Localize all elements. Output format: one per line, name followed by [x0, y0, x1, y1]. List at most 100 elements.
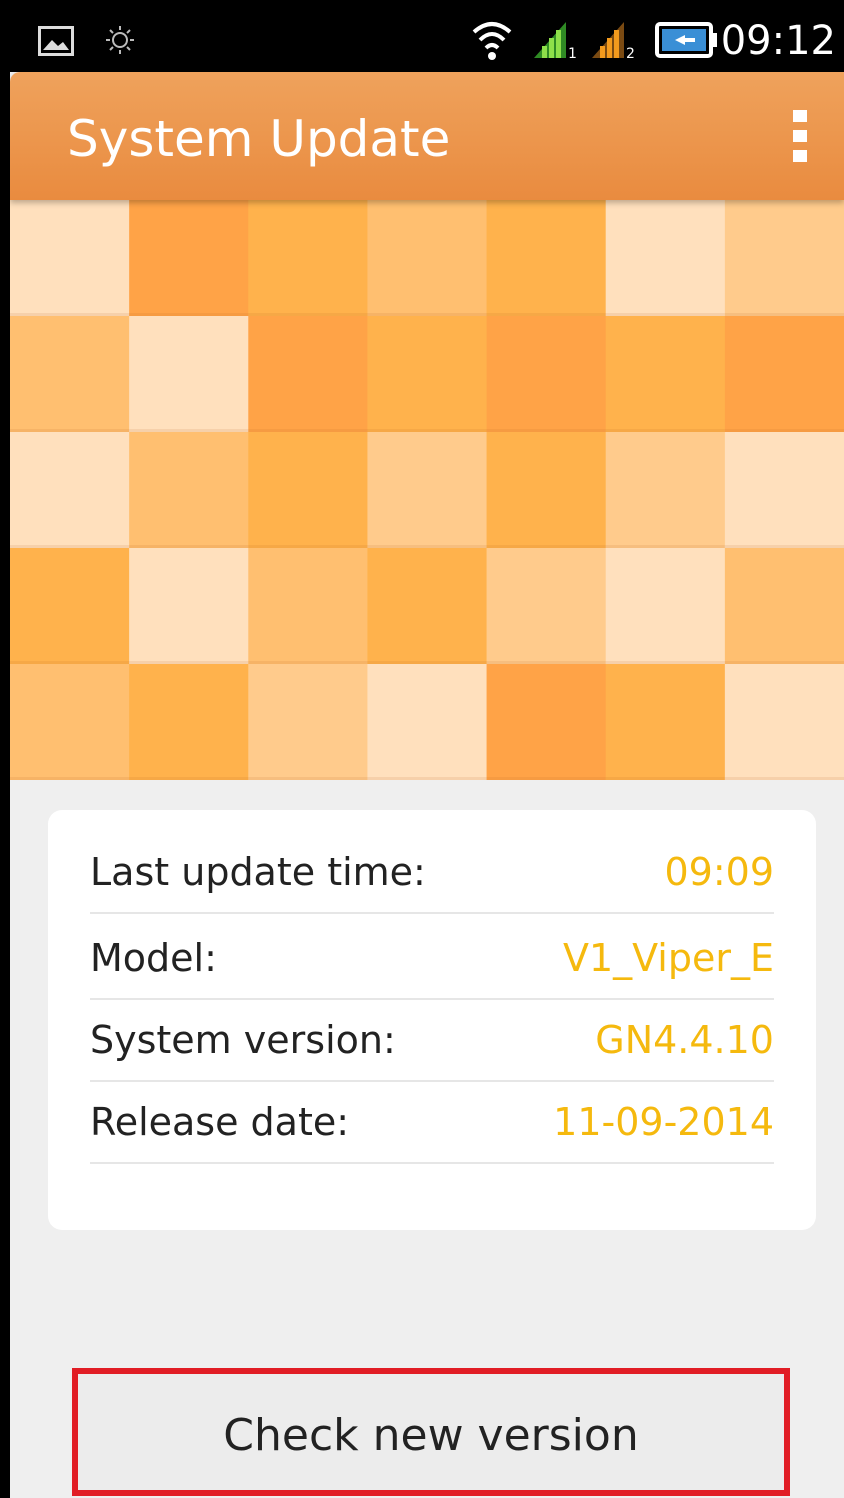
info-row-model: Model: V1_Viper_E: [90, 914, 774, 1000]
banner-tile-shadow: [605, 429, 725, 432]
banner-tile: [248, 200, 368, 317]
banner-tile-shadow: [605, 313, 725, 316]
banner-tile-shadow: [724, 777, 844, 780]
banner-tile-shadow: [129, 777, 249, 780]
banner-tile: [129, 548, 249, 665]
banner-tile-shadow: [10, 313, 130, 316]
banner-tile-shadow: [724, 429, 844, 432]
banner-tile: [248, 664, 368, 780]
banner-tile-shadow: [367, 661, 487, 664]
banner-tile: [724, 432, 844, 549]
banner-tile-shadow: [10, 545, 130, 548]
banner-tile-shadow: [724, 313, 844, 316]
wifi-icon: [472, 22, 512, 60]
banner-tile: [10, 316, 130, 433]
page-title: System Update: [67, 110, 451, 168]
status-bar: 1 2 09:12: [0, 0, 844, 80]
banner-tile-shadow: [367, 313, 487, 316]
banner-tile-shadow: [10, 777, 130, 780]
status-time: 09:12: [720, 18, 836, 64]
gallery-notification-icon: [38, 26, 74, 56]
banner-tile: [486, 548, 607, 665]
banner-tile-shadow: [486, 661, 606, 664]
banner-tile: [10, 548, 130, 665]
banner-tile: [367, 548, 488, 665]
info-label: Last update time:: [90, 850, 426, 894]
info-value: 11-09-2014: [553, 1100, 774, 1144]
banner-tile-shadow: [367, 777, 487, 780]
info-row-system-version: System version: GN4.4.10: [90, 996, 774, 1082]
banner-tile: [367, 316, 488, 433]
app-screen: System Update Last update time: 09:09 Mo…: [10, 72, 844, 1498]
banner-tile-shadow: [248, 545, 368, 548]
banner-tile-shadow: [129, 545, 249, 548]
banner-tile: [724, 664, 844, 780]
banner-tile: [605, 432, 726, 549]
banner-tile-shadow: [724, 661, 844, 664]
info-row-release-date: Release date: 11-09-2014: [90, 1078, 774, 1164]
banner-tile: [129, 316, 249, 433]
banner-tile: [248, 548, 368, 665]
banner-tile: [605, 664, 726, 780]
banner-tile: [367, 200, 488, 317]
banner-tile: [129, 432, 249, 549]
info-label: System version:: [90, 1018, 396, 1062]
banner-tile-shadow: [248, 777, 368, 780]
check-new-version-button[interactable]: Check new version: [72, 1368, 790, 1496]
info-label: Model:: [90, 936, 217, 980]
banner-tile: [605, 548, 726, 665]
banner-tile-shadow: [367, 545, 487, 548]
tile-pattern: [10, 200, 844, 780]
banner-tile: [248, 316, 368, 433]
banner-tile: [724, 548, 844, 665]
signal-sim2-icon: 2: [592, 22, 635, 62]
banner-tile-shadow: [486, 545, 606, 548]
banner-tile-shadow: [129, 429, 249, 432]
decorative-banner: [10, 200, 844, 780]
signal-sim1-icon: 1: [534, 22, 577, 62]
banner-tile: [724, 316, 844, 433]
info-value: GN4.4.10: [595, 1018, 774, 1062]
banner-tile-shadow: [248, 313, 368, 316]
banner-tile: [10, 664, 130, 780]
banner-tile: [10, 432, 130, 549]
banner-tile-shadow: [129, 313, 249, 316]
check-new-version-label: Check new version: [223, 1410, 639, 1461]
svg-text:1: 1: [568, 46, 577, 62]
overflow-menu-icon[interactable]: [776, 104, 824, 168]
banner-tile: [248, 432, 368, 549]
banner-tile: [605, 316, 726, 433]
banner-tile-shadow: [129, 661, 249, 664]
banner-tile-shadow: [10, 429, 130, 432]
banner-tile-shadow: [10, 661, 130, 664]
banner-tile-shadow: [248, 661, 368, 664]
info-value: V1_Viper_E: [562, 936, 774, 980]
banner-tile: [367, 432, 488, 549]
banner-tile: [605, 200, 726, 317]
banner-tile: [129, 664, 249, 780]
battery-charging-icon: [655, 22, 717, 58]
banner-tile: [486, 432, 607, 549]
svg-text:2: 2: [626, 46, 635, 62]
banner-tile-shadow: [486, 313, 606, 316]
brightness-icon: [106, 26, 134, 54]
banner-tile: [486, 316, 607, 433]
app-bar: System Update: [10, 72, 844, 200]
banner-tile-shadow: [605, 661, 725, 664]
banner-tile-shadow: [486, 429, 606, 432]
banner-tile-shadow: [486, 777, 606, 780]
banner-tile-shadow: [605, 777, 725, 780]
banner-tile: [486, 200, 607, 317]
banner-tile: [367, 664, 488, 780]
banner-tile-shadow: [605, 545, 725, 548]
banner-tile-shadow: [367, 429, 487, 432]
info-label: Release date:: [90, 1100, 350, 1144]
info-card: Last update time: 09:09 Model: V1_Viper_…: [48, 810, 816, 1230]
banner-tile-shadow: [724, 545, 844, 548]
banner-tile: [10, 200, 130, 317]
banner-tile: [129, 200, 249, 317]
banner-tile: [724, 200, 844, 317]
info-value: 09:09: [664, 850, 774, 894]
info-row-last-update: Last update time: 09:09: [90, 828, 774, 914]
banner-tile-shadow: [248, 429, 368, 432]
